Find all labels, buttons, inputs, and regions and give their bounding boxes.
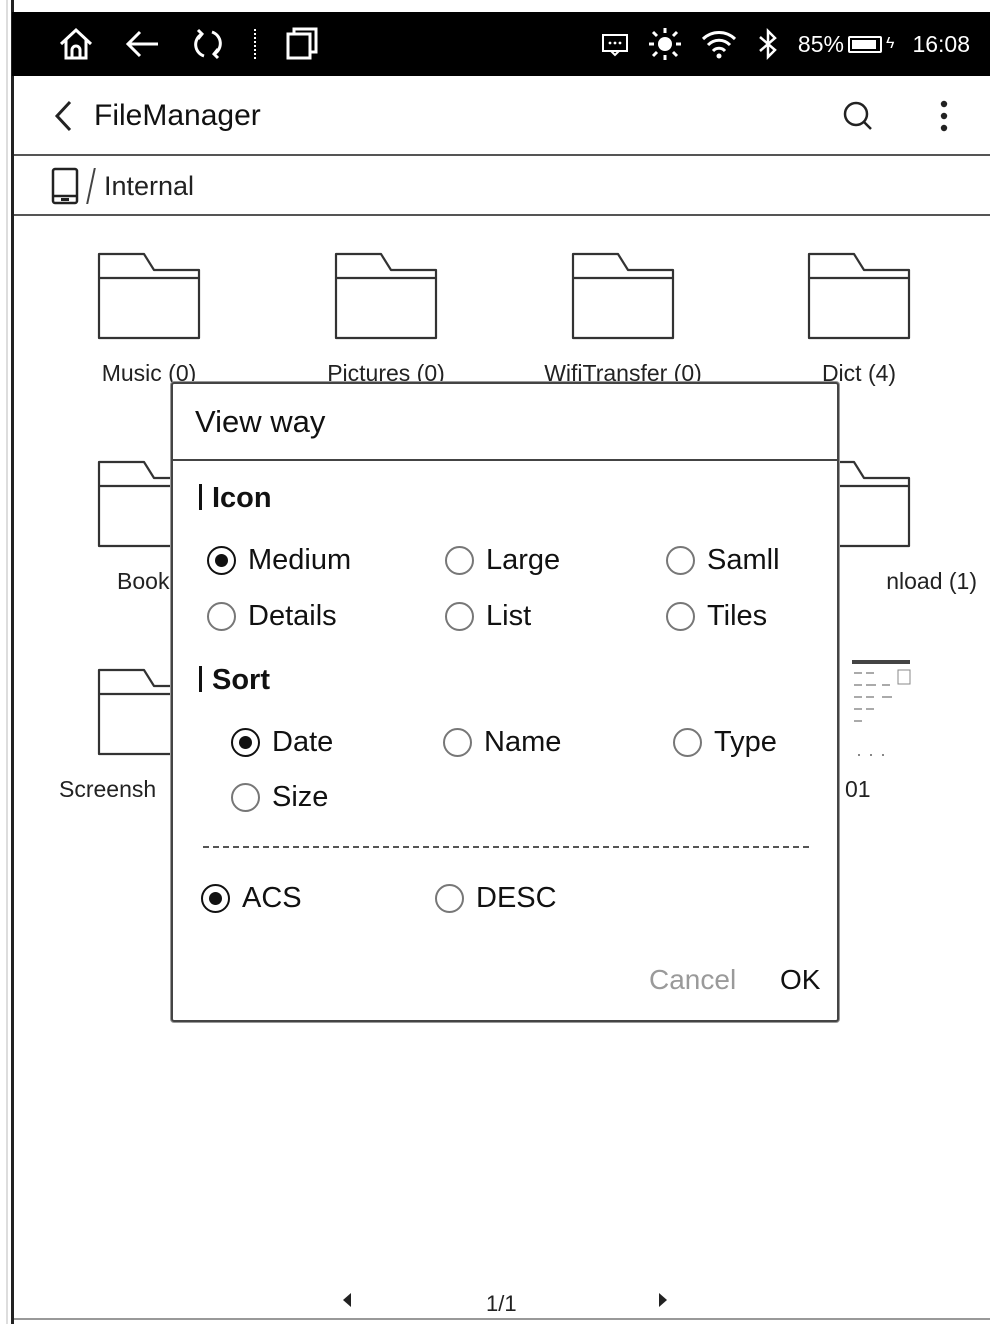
sort-section-title: Sort xyxy=(199,664,270,697)
search-icon[interactable] xyxy=(836,94,880,138)
back-arrow-icon[interactable] xyxy=(122,24,162,64)
view-way-dialog: View way Icon Medium Large Samll Details… xyxy=(171,382,839,1022)
folder-icon xyxy=(334,252,438,340)
breadcrumb: Internal xyxy=(14,158,990,216)
radio-icon-details[interactable]: Details xyxy=(207,600,337,633)
radio-sort-size[interactable]: Size xyxy=(231,781,328,814)
radio-selected-icon xyxy=(231,728,260,757)
brightness-icon[interactable] xyxy=(648,27,682,61)
radio-empty-icon xyxy=(435,884,464,913)
radio-empty-icon xyxy=(666,546,695,575)
radio-empty-icon xyxy=(445,546,474,575)
device-frame xyxy=(0,0,14,1324)
radio-sort-type[interactable]: Type xyxy=(673,726,777,759)
home-icon[interactable] xyxy=(56,24,96,64)
next-page-icon[interactable] xyxy=(656,1291,670,1314)
radio-sort-date[interactable]: Date xyxy=(231,726,333,759)
battery-icon: 85% ϟ xyxy=(797,30,895,57)
radio-icon-medium[interactable]: Medium xyxy=(207,544,351,577)
breadcrumb-path[interactable]: Internal xyxy=(104,171,194,202)
refresh-icon[interactable] xyxy=(188,24,228,64)
radio-empty-icon xyxy=(231,783,260,812)
more-vertical-icon[interactable] xyxy=(922,94,966,138)
status-bar: 85% ϟ 16:08 xyxy=(12,12,990,76)
app-title: FileManager xyxy=(94,99,261,132)
icon-section-title: Icon xyxy=(199,482,272,515)
folder-item[interactable]: Dict (4) xyxy=(741,250,977,387)
cancel-button[interactable]: Cancel xyxy=(649,964,736,996)
bottom-edge xyxy=(14,1318,990,1324)
radio-selected-icon xyxy=(207,546,236,575)
folder-icon xyxy=(571,252,675,340)
device-icon[interactable] xyxy=(50,166,80,206)
radio-icon-large[interactable]: Large xyxy=(445,544,560,577)
radio-empty-icon xyxy=(445,602,474,631)
prev-page-icon[interactable] xyxy=(340,1291,354,1314)
app-bar: FileManager xyxy=(14,78,990,156)
radio-icon-small[interactable]: Samll xyxy=(666,544,780,577)
radio-order-acs[interactable]: ACS xyxy=(201,882,302,915)
battery-percent: 85% xyxy=(797,30,844,57)
radio-sort-name[interactable]: Name xyxy=(443,726,561,759)
radio-empty-icon xyxy=(673,728,702,757)
folder-item[interactable]: Pictures (0) xyxy=(268,250,504,387)
path-separator xyxy=(86,168,96,204)
chevron-left-icon[interactable] xyxy=(44,96,84,136)
folder-item[interactable]: Music (0) xyxy=(31,250,267,387)
folder-icon xyxy=(97,252,201,340)
pager: 1/1 xyxy=(0,1288,990,1318)
radio-empty-icon xyxy=(666,602,695,631)
radio-empty-icon xyxy=(207,602,236,631)
radio-selected-icon xyxy=(201,884,230,913)
radio-order-desc[interactable]: DESC xyxy=(435,882,557,915)
wifi-icon[interactable] xyxy=(700,28,738,60)
radio-icon-list[interactable]: List xyxy=(445,600,531,633)
status-separator xyxy=(254,29,256,59)
message-icon xyxy=(600,29,630,59)
page-indicator: 1/1 xyxy=(486,1291,517,1316)
dialog-title: View way xyxy=(173,384,837,461)
radio-icon-tiles[interactable]: Tiles xyxy=(666,600,767,633)
bluetooth-icon[interactable] xyxy=(756,27,780,61)
radio-empty-icon xyxy=(443,728,472,757)
divider xyxy=(203,846,809,848)
ok-button[interactable]: OK xyxy=(780,964,820,996)
folder-icon xyxy=(807,252,911,340)
folder-item[interactable]: WifiTransfer (0) xyxy=(505,250,741,387)
window-icon[interactable] xyxy=(282,24,322,64)
clock: 16:08 xyxy=(912,30,970,57)
